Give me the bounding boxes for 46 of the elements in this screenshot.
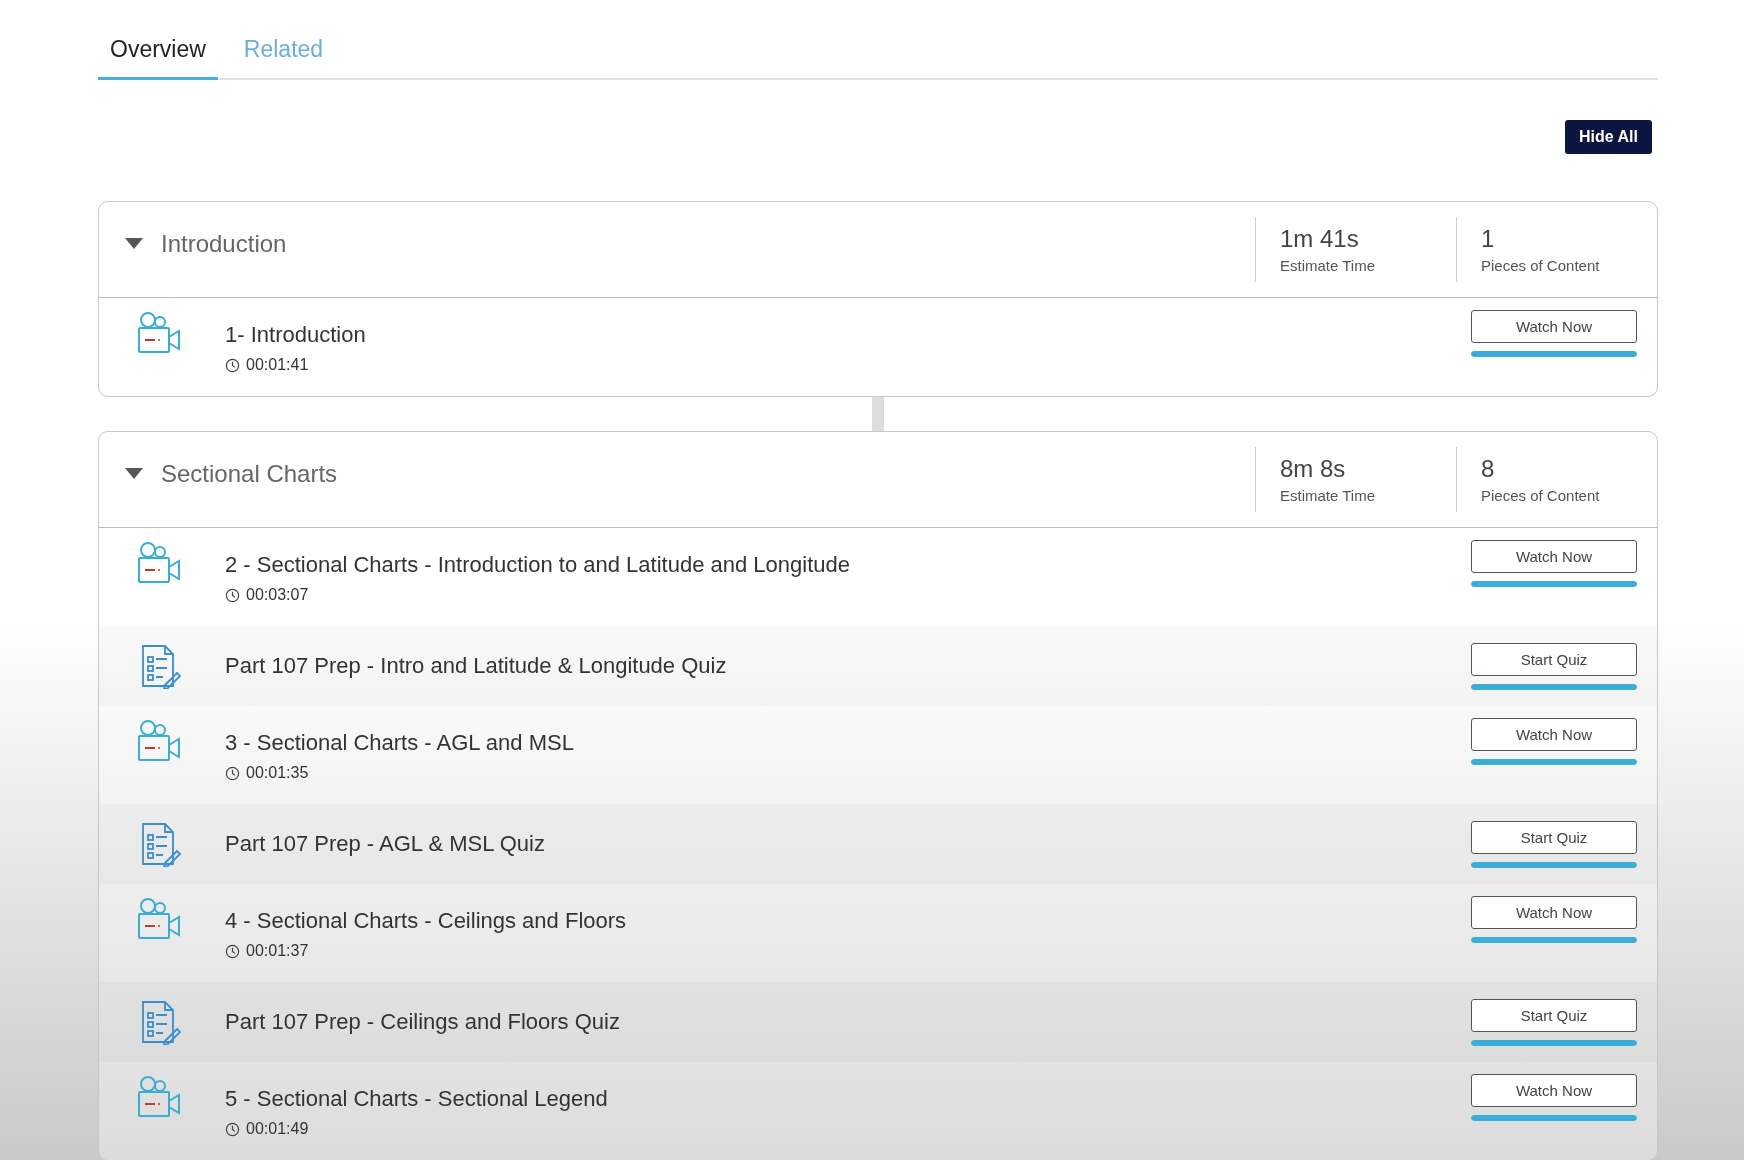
item-title: Part 107 Prep - AGL & MSL Quiz (225, 831, 546, 857)
estimate-time: 1m 41s (1280, 225, 1360, 253)
video-camera-icon (135, 1074, 183, 1120)
section-connector (872, 397, 884, 431)
estimate-label: Estimate Time (1280, 257, 1377, 274)
pieces-label: Pieces of Content (1481, 487, 1601, 504)
duration: 00:01:41 (246, 356, 309, 374)
action-button[interactable]: Watch Now (1471, 1074, 1637, 1107)
video-camera-icon (135, 310, 183, 356)
action-button[interactable]: Watch Now (1471, 896, 1637, 929)
action-button[interactable]: Watch Now (1471, 310, 1637, 343)
clock-icon (225, 765, 240, 781)
estimate-label: Estimate Time (1280, 487, 1377, 504)
duration: 00:01:37 (246, 942, 309, 960)
action-button[interactable]: Watch Now (1471, 718, 1637, 751)
item-title: Part 107 Prep - Intro and Latitude & Longitude Quiz (225, 653, 728, 679)
item-title: 5 - Sectional Charts - Sectional Legend (225, 1086, 609, 1112)
caret-icon[interactable] (125, 237, 143, 250)
item-title: 4 - Sectional Charts - Ceilings and Floors (225, 908, 628, 934)
clock-icon (225, 587, 240, 603)
video-camera-icon (135, 718, 183, 764)
estimate-time: 8m 8s (1280, 455, 1347, 483)
item-title: 2 - Sectional Charts - Introduction to and Latitude and Longitude (225, 552, 851, 578)
action-button[interactable]: Start Quiz (1471, 998, 1637, 1032)
section-title: Sectional Charts (161, 459, 338, 488)
duration: 00:01:49 (246, 1120, 309, 1138)
hide-all-button[interactable]: Hide All (1565, 120, 1652, 154)
clock-icon (225, 943, 240, 959)
video-camera-icon (135, 540, 183, 586)
item-title: 3 - Sectional Charts - AGL and MSL (225, 730, 575, 756)
item-title: 1- Introduction (225, 322, 367, 348)
video-camera-icon (135, 896, 183, 942)
caret-icon[interactable] (125, 467, 143, 480)
section-title: Introduction (161, 229, 287, 258)
action-button[interactable]: Watch Now (1471, 540, 1637, 573)
duration: 00:03:07 (246, 586, 309, 604)
duration: 00:01:35 (246, 764, 309, 782)
tab[interactable]: Overview (98, 28, 218, 80)
action-button[interactable]: Start Quiz (1471, 820, 1637, 854)
clock-icon (225, 357, 240, 373)
pieces-count: 8 (1481, 455, 1496, 483)
item-title: Part 107 Prep - Ceilings and Floors Quiz (225, 1009, 621, 1035)
action-button[interactable]: Start Quiz (1471, 642, 1637, 676)
pieces-count: 1 (1481, 225, 1496, 253)
clock-icon (225, 1121, 240, 1137)
pieces-label: Pieces of Content (1481, 257, 1601, 274)
